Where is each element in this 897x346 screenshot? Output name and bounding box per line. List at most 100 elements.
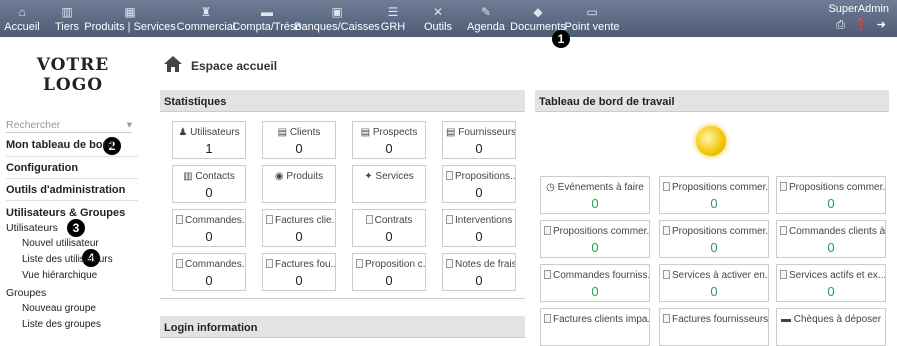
- login-information-header: Login information: [160, 316, 525, 338]
- stat-card-value: 0: [205, 229, 213, 244]
- invoice-icon: [266, 215, 273, 224]
- sidebar-item-users[interactable]: Utilisateurs: [6, 222, 58, 234]
- stat-card[interactable]: Interventions 0: [442, 209, 516, 247]
- sidebar-item-users-groups[interactable]: Utilisateurs & Groupes: [6, 207, 125, 219]
- stat-card-label: Interventions: [443, 215, 515, 226]
- stat-card[interactable]: ▤ Fournisseurs 0: [442, 121, 516, 159]
- stat-card[interactable]: ▥ Contacts 0: [172, 165, 246, 203]
- board-card-label: Propositions commer...: [777, 182, 885, 193]
- board-card-label: ▬ Chèques à déposer: [780, 314, 882, 325]
- sidebar-item-user-list[interactable]: Liste des utilisateurs: [22, 254, 113, 265]
- search-select[interactable]: Rechercher ▾: [6, 117, 132, 133]
- user-name-link[interactable]: SuperAdmin: [828, 3, 889, 15]
- cheque-icon: ▬: [780, 314, 794, 325]
- stat-card-value: 0: [475, 141, 483, 156]
- board-card[interactable]: ▬ Chèques à déposer: [776, 308, 886, 346]
- board-card-value: 0: [591, 240, 599, 255]
- board-card[interactable]: Propositions commer... 0: [659, 220, 769, 258]
- page-title: Espace accueil: [191, 59, 278, 73]
- stat-card-label: Factures fou...: [263, 259, 335, 270]
- board-card[interactable]: Services à activer en... 0: [659, 264, 769, 302]
- annotation-marker-3: 3: [67, 219, 85, 237]
- sidebar-item-hierarchy[interactable]: Vue hiérarchique: [22, 270, 97, 281]
- stat-card[interactable]: ✦ Services: [352, 165, 426, 203]
- doc-icon: [780, 226, 787, 235]
- menu-grh[interactable]: ☰ GRH: [380, 0, 406, 37]
- board-card-value: 0: [591, 196, 599, 211]
- stat-card-value: 0: [475, 273, 483, 288]
- order-icon: [176, 259, 183, 268]
- stat-card[interactable]: Notes de frais 0: [442, 253, 516, 291]
- stat-card[interactable]: Proposition c... 0: [352, 253, 426, 291]
- board-card[interactable]: Commandes fourniss... 0: [540, 264, 650, 302]
- sidebar-item-groups[interactable]: Groupes: [6, 287, 46, 299]
- menu-agenda[interactable]: ✎ Agenda: [466, 0, 506, 37]
- stat-card[interactable]: ▤ Prospects 0: [352, 121, 426, 159]
- board-card[interactable]: Services actifs et ex... 0: [776, 264, 886, 302]
- divider: [6, 156, 138, 157]
- board-card[interactable]: Propositions commer... 0: [540, 220, 650, 258]
- company-logo[interactable]: VOTRE LOGO: [18, 55, 128, 95]
- order-icon: [176, 215, 183, 224]
- menu-point-vente[interactable]: ▭ Point vente: [564, 0, 619, 37]
- sidebar-item-dashboard[interactable]: Mon tableau de bord: [6, 139, 114, 151]
- stat-card-label: ▤ Fournisseurs: [446, 127, 515, 138]
- stat-card[interactable]: Propositions... 0: [442, 165, 516, 203]
- board-card[interactable]: Factures clients impa...: [540, 308, 650, 346]
- stat-card[interactable]: Factures clie... 0: [262, 209, 336, 247]
- stat-card-label: Factures clie...: [263, 215, 335, 226]
- stat-card-label: Contrats: [353, 215, 425, 226]
- stat-card[interactable]: ▤ Clients 0: [262, 121, 336, 159]
- divider: [160, 298, 525, 299]
- menu-compta-treso[interactable]: ▬ Compta/Tréso: [232, 0, 301, 37]
- stat-card[interactable]: ◉ Produits: [262, 165, 336, 203]
- menu-accueil[interactable]: ⌂ Accueil: [4, 0, 40, 37]
- sidebar-item-new-group[interactable]: Nouveau groupe: [22, 303, 96, 314]
- board-card[interactable]: Propositions commer... 0: [776, 176, 886, 214]
- tiers-icon: ▥: [61, 5, 73, 19]
- stat-card[interactable]: Commandes... 0: [172, 209, 246, 247]
- hrm-icon: ☰: [387, 5, 399, 19]
- stat-card[interactable]: ♟ Utilisateurs 1: [172, 121, 246, 159]
- sidebar-item-new-user[interactable]: Nouvel utilisateur: [22, 238, 99, 249]
- expense-icon: [446, 259, 453, 268]
- stat-card[interactable]: Contrats 0: [352, 209, 426, 247]
- board-card[interactable]: Factures fournisseurs...: [659, 308, 769, 346]
- board-card-label: Propositions commer...: [660, 226, 768, 237]
- stat-card-value: 0: [385, 229, 393, 244]
- accounting-icon: ▬: [261, 5, 273, 19]
- menu-tiers[interactable]: ▥ Tiers: [52, 0, 82, 37]
- doc-icon: [780, 270, 787, 279]
- board-card[interactable]: Propositions commer... 0: [659, 176, 769, 214]
- board-card[interactable]: Commandes clients à... 0: [776, 220, 886, 258]
- sidebar-item-configuration[interactable]: Configuration: [6, 162, 78, 174]
- agenda-icon: ✎: [480, 5, 492, 19]
- menu-banques-caisses[interactable]: ▣ Banques/Caisses: [294, 0, 380, 37]
- menu-commercial[interactable]: ♜ Commercial: [177, 0, 236, 37]
- board-card[interactable]: ◷ Événements à faire 0: [540, 176, 650, 214]
- products-icon: ▦: [124, 5, 136, 19]
- tools-icon: ✕: [432, 5, 444, 19]
- weather-sun-icon: [696, 126, 726, 156]
- stat-card[interactable]: Commandes... 0: [172, 253, 246, 291]
- suppliers-icon: ▤: [446, 127, 459, 138]
- contract-icon: [365, 215, 373, 224]
- user-tools-icons[interactable]: ⎙ ❓ ➜: [828, 18, 889, 32]
- sidebar-item-admin-tools[interactable]: Outils d'administration: [6, 184, 125, 196]
- board-card-value: 0: [827, 196, 835, 211]
- doc-icon: [544, 226, 551, 235]
- top-menu-bar: ⌂ Accueil ▥ Tiers ▦ Produits | Services ♜ Co…: [0, 0, 897, 37]
- clock-icon: ◷: [546, 182, 558, 193]
- stat-card-label: ✦ Services: [364, 171, 414, 182]
- bank-icon: ▣: [331, 5, 343, 19]
- invoice-icon: [266, 259, 273, 268]
- menu-produits-services[interactable]: ▦ Produits | Services: [84, 0, 176, 37]
- stat-card[interactable]: Factures fou... 0: [262, 253, 336, 291]
- menu-outils[interactable]: ✕ Outils: [422, 0, 454, 37]
- board-card-label: ◷ Événements à faire: [546, 182, 644, 193]
- stat-card-value: 0: [475, 185, 483, 200]
- stat-card-value: 0: [295, 229, 303, 244]
- sidebar-item-group-list[interactable]: Liste des groupes: [22, 319, 101, 330]
- stat-card-label: ▤ Prospects: [360, 127, 418, 138]
- board-card-label: Commandes clients à...: [777, 226, 885, 237]
